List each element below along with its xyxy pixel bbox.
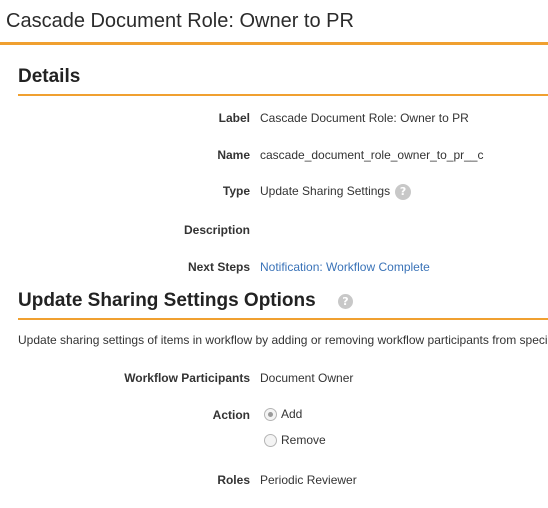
remove-radio-label[interactable]: Remove [281, 433, 326, 447]
action-remove-option[interactable]: Remove [264, 432, 326, 448]
name-field-value: cascade_document_role_owner_to_pr__c [260, 148, 484, 162]
page-title: Cascade Document Role: Owner to PR [6, 10, 354, 32]
action-add-option[interactable]: Add [264, 406, 302, 422]
add-radio-label[interactable]: Add [281, 407, 302, 421]
next-steps-row: Next Steps Notification: Workflow Comple… [0, 260, 548, 278]
type-field-value-wrap: Update Sharing Settings? [260, 184, 412, 200]
workflow-participants-value: Document Owner [260, 371, 354, 385]
details-heading: Details [18, 66, 81, 87]
options-description: Update sharing settings of items in work… [18, 333, 548, 347]
roles-row: Roles Periodic Reviewer [0, 473, 548, 491]
label-field-value: Cascade Document Role: Owner to PR [260, 111, 469, 125]
next-steps-field-label: Next Steps [187, 260, 250, 274]
roles-label: Roles [217, 473, 250, 487]
help-icon[interactable]: ? [338, 294, 353, 309]
type-field-value: Update Sharing Settings [260, 184, 391, 199]
type-field-label: Type [222, 184, 250, 198]
next-steps-link[interactable]: Notification: Workflow Complete [260, 260, 430, 274]
workflow-step-detail-page: Cascade Document Role: Owner to PR Detai… [0, 0, 548, 508]
details-divider [18, 94, 548, 96]
options-divider [18, 318, 548, 320]
add-radio[interactable] [264, 407, 277, 421]
help-icon[interactable]: ? [395, 184, 412, 200]
name-field-label: Name [217, 148, 250, 162]
name-row: Name cascade_document_role_owner_to_pr__… [0, 148, 548, 166]
remove-radio[interactable] [264, 433, 277, 447]
roles-value: Periodic Reviewer [260, 473, 357, 487]
label-field-label: Label [218, 111, 250, 125]
title-divider [0, 42, 548, 45]
action-label: Action [212, 408, 250, 422]
description-row: Description [0, 223, 548, 241]
label-row: Label Cascade Document Role: Owner to PR [0, 111, 548, 129]
type-row: Type Update Sharing Settings? [0, 184, 548, 202]
workflow-participants-row: Workflow Participants Document Owner [0, 371, 548, 389]
workflow-participants-label: Workflow Participants [124, 371, 250, 385]
options-heading: Update Sharing Settings Options [18, 290, 316, 311]
description-field-label: Description [183, 223, 250, 237]
